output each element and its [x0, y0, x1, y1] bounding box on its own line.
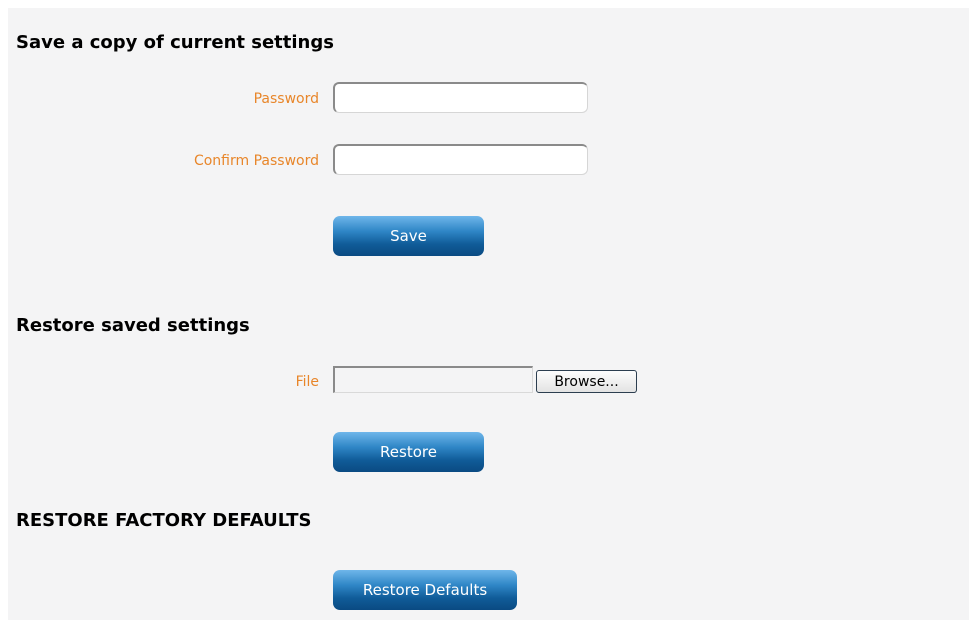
confirm-password-label: Confirm Password	[193, 153, 319, 169]
save-settings-heading: Save a copy of current settings	[16, 32, 334, 53]
restore-defaults-button[interactable]: Restore Defaults	[333, 570, 517, 610]
restore-settings-heading: Restore saved settings	[16, 315, 250, 336]
password-label: Password	[253, 91, 319, 107]
factory-defaults-heading: RESTORE FACTORY DEFAULTS	[16, 510, 312, 531]
password-input[interactable]	[333, 82, 588, 113]
browse-button[interactable]: Browse...	[536, 370, 637, 393]
confirm-password-input[interactable]	[333, 144, 588, 175]
save-button[interactable]: Save	[333, 216, 484, 256]
settings-panel: Save a copy of current settings Password…	[8, 8, 969, 620]
restore-button[interactable]: Restore	[333, 432, 484, 472]
file-label: File	[295, 374, 319, 390]
file-path-field[interactable]	[333, 366, 533, 393]
